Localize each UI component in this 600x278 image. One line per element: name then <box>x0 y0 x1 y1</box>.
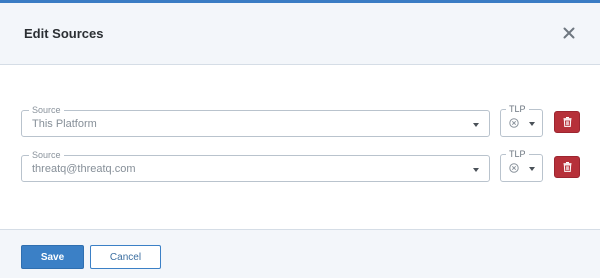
modal-title: Edit Sources <box>24 26 104 41</box>
chevron-down-icon <box>529 122 535 126</box>
trash-icon <box>563 162 571 172</box>
source-label: Source <box>29 104 64 116</box>
source-value: threatq@threatq.com <box>32 163 136 175</box>
modal-body: Source This Platform TLP Source threatq@… <box>0 65 600 226</box>
delete-source-button[interactable] <box>554 111 580 133</box>
close-icon <box>563 27 575 39</box>
source-row: Source This Platform TLP <box>21 103 581 139</box>
source-select[interactable]: Source threatq@threatq.com <box>21 149 490 182</box>
delete-source-button[interactable] <box>554 156 580 178</box>
edit-sources-modal: Edit Sources Source This Platform TLP So… <box>0 0 600 278</box>
source-select[interactable]: Source This Platform <box>21 104 490 137</box>
modal-footer: Save Cancel <box>0 229 600 278</box>
cancel-button[interactable]: Cancel <box>90 245 161 269</box>
source-label: Source <box>29 149 64 161</box>
chevron-down-icon <box>529 167 535 171</box>
trash-icon <box>563 117 571 127</box>
close-button[interactable] <box>558 22 580 44</box>
chevron-down-icon <box>473 123 479 127</box>
tlp-select[interactable]: TLP <box>500 103 543 137</box>
clear-circle-icon[interactable] <box>509 118 519 128</box>
tlp-label: TLP <box>506 148 529 160</box>
save-button[interactable]: Save <box>21 245 84 269</box>
source-value: This Platform <box>32 118 97 130</box>
chevron-down-icon <box>473 168 479 172</box>
clear-circle-icon[interactable] <box>509 163 519 173</box>
tlp-label: TLP <box>506 103 529 115</box>
source-row: Source threatq@threatq.com TLP <box>21 148 581 184</box>
modal-header: Edit Sources <box>0 3 600 65</box>
tlp-select[interactable]: TLP <box>500 148 543 182</box>
